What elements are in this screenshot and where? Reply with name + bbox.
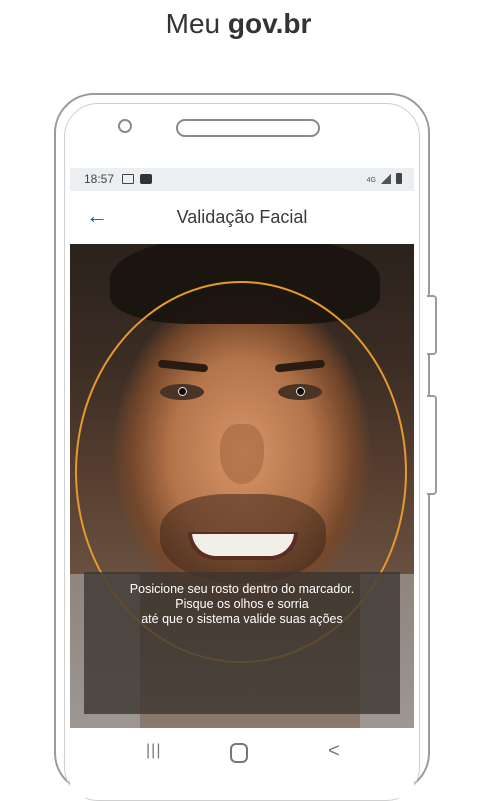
battery-icon — [396, 173, 402, 184]
status-time: 18:57 — [84, 172, 115, 186]
instructions-panel: Posicione seu rosto dentro do marcador. … — [84, 572, 400, 714]
signal-icon — [381, 174, 391, 184]
earpiece-speaker — [176, 119, 320, 137]
instruction-line: até que o sistema valide suas ações — [141, 612, 343, 626]
recent-apps-icon[interactable]: ||| — [146, 742, 161, 760]
heading-prefix: Meu — [165, 8, 228, 39]
power-button — [427, 395, 437, 495]
home-icon[interactable] — [230, 743, 248, 763]
mobile-data-icon: 4G — [366, 177, 376, 184]
status-system-icons: 4G — [367, 173, 402, 184]
front-camera-icon — [118, 119, 132, 133]
page-heading: Meu gov.br — [0, 8, 477, 40]
video-icon — [140, 174, 152, 184]
nav-back-icon[interactable]: < — [328, 740, 340, 763]
page-title: Validação Facial — [176, 207, 308, 227]
instruction-line: Posicione seu rosto dentro do marcador. — [129, 582, 355, 596]
phone-screen: 18:57 4G ← Validação Facial Posicione se… — [70, 168, 414, 798]
volume-button — [427, 295, 437, 355]
heading-brand: gov.br — [227, 8, 312, 39]
gallery-icon — [122, 174, 134, 184]
status-notification-icons — [122, 174, 152, 184]
camera-preview: Posicione seu rosto dentro do marcador. … — [70, 244, 414, 728]
system-nav-bar: ||| < — [70, 728, 414, 778]
status-bar: 18:57 4G — [70, 168, 414, 191]
phone-frame: 18:57 4G ← Validação Facial Posicione se… — [54, 93, 437, 801]
app-bar: ← Validação Facial — [70, 191, 414, 243]
instruction-line: Pisque os olhos e sorria — [175, 597, 309, 611]
